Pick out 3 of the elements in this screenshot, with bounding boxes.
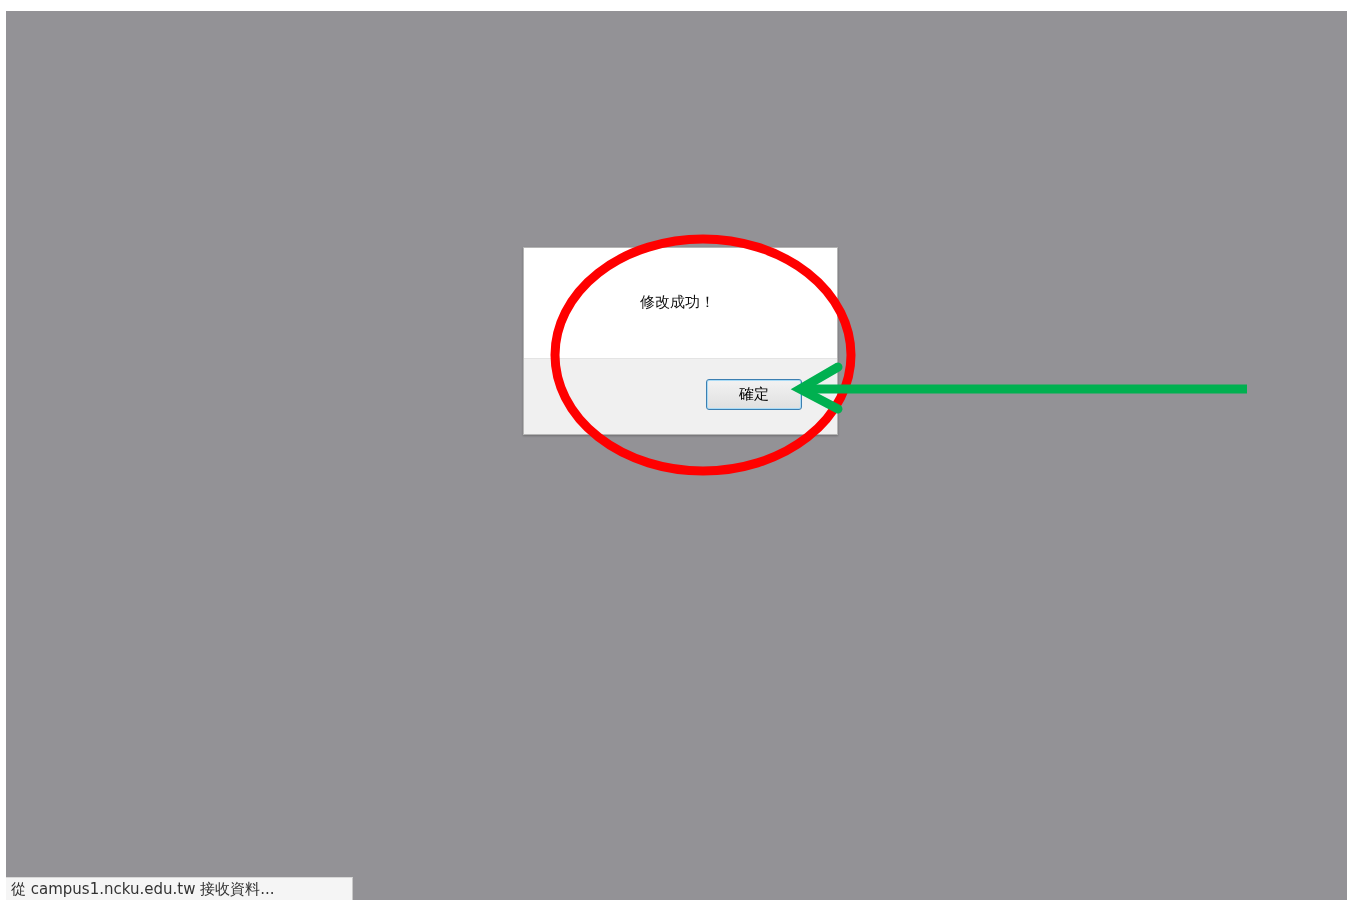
ok-button[interactable]: 確定 <box>706 379 802 410</box>
status-bar: 從 campus1.ncku.edu.tw 接收資料... <box>6 877 353 900</box>
dialog-message: 修改成功！ <box>640 293 715 311</box>
